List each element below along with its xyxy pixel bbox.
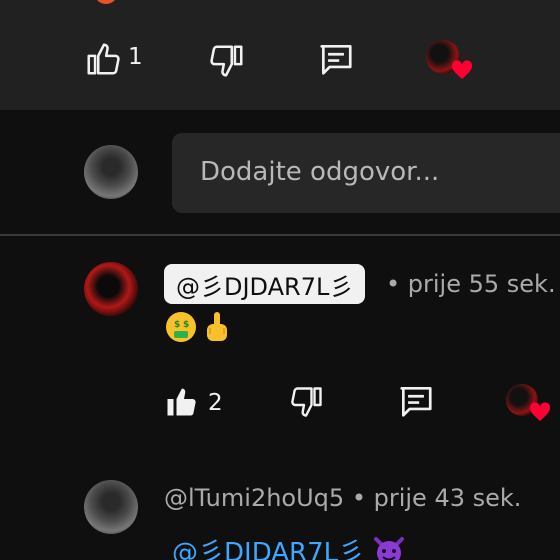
money-mouth-face-icon: $ $ bbox=[166, 312, 196, 342]
reply-1-like-icon[interactable] bbox=[162, 384, 200, 420]
divider bbox=[0, 234, 560, 236]
like-count: 1 bbox=[128, 44, 143, 70]
reply-1-author-name: @彡DJDAR7L彡 bbox=[176, 272, 354, 301]
like-icon[interactable] bbox=[84, 40, 122, 78]
reply-2-header: @lTumi2hoUq5 • prije 43 sek. bbox=[164, 484, 521, 512]
reply-icon[interactable] bbox=[316, 40, 356, 78]
reply-2-timestamp: • prije 43 sek. bbox=[351, 484, 522, 512]
svg-text:$: $ bbox=[183, 320, 189, 330]
top-comment-actions: 1 bbox=[0, 0, 560, 110]
reply-1-reply-icon[interactable] bbox=[396, 382, 436, 420]
reply-1-timestamp: • prije 55 sek. bbox=[386, 270, 556, 298]
middle-finger-icon bbox=[207, 312, 227, 341]
user-avatar bbox=[84, 145, 138, 199]
reply-1-dislike-icon[interactable] bbox=[288, 384, 326, 420]
smiling-imp-icon bbox=[374, 537, 405, 560]
reply-1-heart-icon bbox=[529, 402, 551, 421]
reply-1-author[interactable]: @彡DJDAR7L彡 bbox=[164, 264, 366, 304]
heart-icon bbox=[451, 60, 473, 79]
reply-2-avatar[interactable] bbox=[84, 480, 138, 534]
reply-2-mention[interactable]: @彡DJDAR7L彡 bbox=[172, 538, 364, 560]
reply-1-text: $ $ bbox=[164, 310, 232, 344]
avatar-fragment bbox=[94, 0, 118, 4]
reply-2-text: @彡DJDAR7L彡 bbox=[172, 532, 406, 560]
reply-1-like-count: 2 bbox=[208, 390, 223, 416]
dislike-icon[interactable] bbox=[208, 42, 246, 80]
reply-placeholder: Dodajte odgovor... bbox=[200, 157, 440, 187]
reply-1-avatar[interactable] bbox=[84, 262, 138, 316]
reply-input[interactable]: Dodajte odgovor... bbox=[172, 133, 560, 213]
reply-2-author[interactable]: @lTumi2hoUq5 bbox=[164, 484, 344, 512]
svg-text:$: $ bbox=[174, 320, 180, 330]
